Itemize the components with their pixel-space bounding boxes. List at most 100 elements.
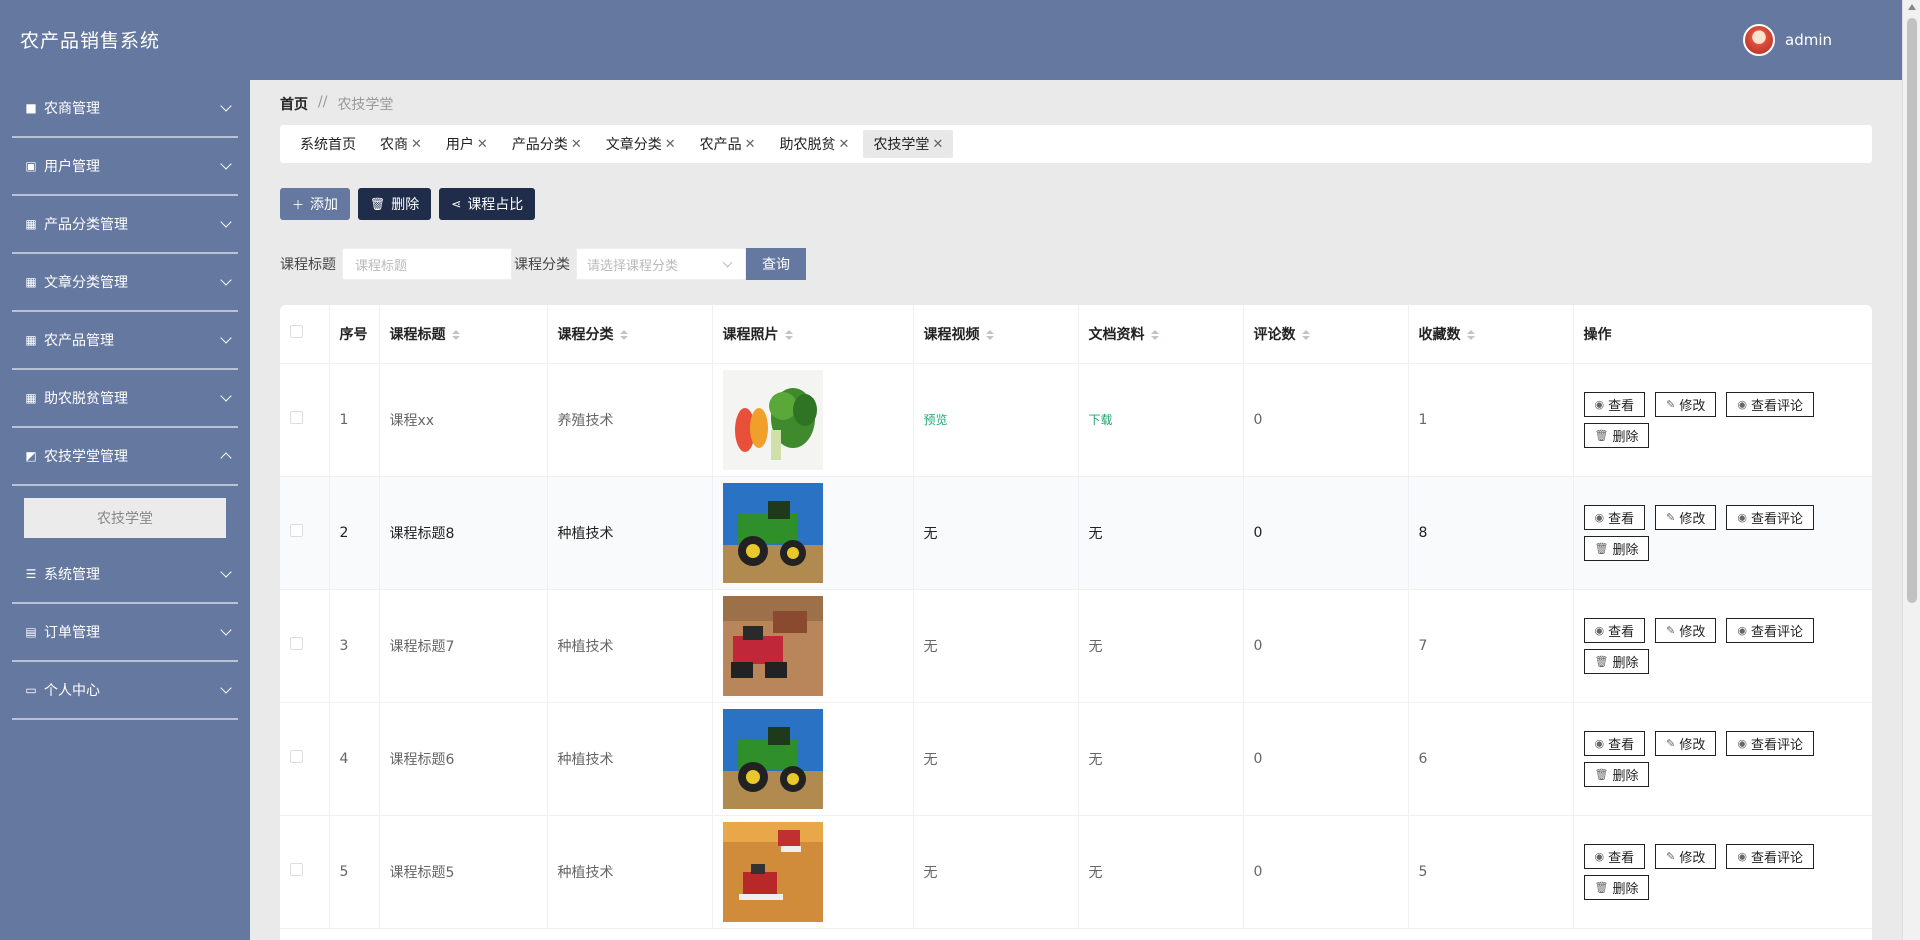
row-checkbox[interactable]	[280, 476, 330, 590]
view-button[interactable]: ◉ 查看	[1583, 730, 1646, 756]
table-row[interactable]: 1 课程xx 养殖技术 预览 下载 0 1 ◉ 查看 ✎ 修改 ◉ 查看评论 🗑 删除	[280, 363, 1872, 477]
col-header-video[interactable]: 课程视频	[913, 305, 1079, 364]
close-icon[interactable]: ✕	[571, 137, 582, 152]
sidebar-item-product-category[interactable]: ▦ 产品分类管理	[12, 196, 238, 254]
course-category-select[interactable]: 请选择课程分类	[576, 248, 746, 280]
edit-button-label: 修改	[1679, 737, 1706, 753]
sidebar-item-product[interactable]: ▦ 农产品管理	[12, 312, 238, 370]
sidebar-item-profile[interactable]: ▭ 个人中心	[12, 662, 238, 720]
user-menu[interactable]: admin	[1743, 24, 1832, 56]
row-checkbox[interactable]	[280, 363, 330, 477]
table-row[interactable]: 2 课程标题8 种植技术 无 无 0 8 ◉ 查看 ✎ 修改 ◉ 查看评论 🗑 删除	[280, 476, 1872, 590]
grid-icon: ▦	[25, 333, 37, 347]
close-icon[interactable]: ✕	[665, 137, 676, 152]
sidebar-item-orders[interactable]: ▤ 订单管理	[12, 604, 238, 662]
close-icon[interactable]: ✕	[839, 137, 850, 152]
delete-row-button[interactable]: 🗑 删除	[1583, 874, 1650, 900]
eye-icon: ◉	[1594, 623, 1605, 637]
chevron-down-icon	[220, 216, 232, 228]
view-button[interactable]: ◉ 查看	[1583, 843, 1646, 869]
download-link[interactable]: 下载	[1089, 413, 1113, 427]
delete-row-button[interactable]: 🗑 删除	[1583, 535, 1650, 561]
col-header-doc[interactable]: 文档资料	[1078, 305, 1244, 364]
tab-poverty-aid[interactable]: 助农脱贫 ✕	[770, 130, 860, 158]
sort-icon[interactable]	[985, 329, 994, 340]
delete-row-button[interactable]: 🗑 删除	[1583, 761, 1650, 787]
scrollbar-thumb[interactable]	[1907, 18, 1917, 603]
avatar[interactable]	[1743, 24, 1775, 56]
delete-button-label: 删除	[391, 197, 420, 213]
row-checkbox[interactable]	[280, 815, 330, 929]
sidebar-item-article-category[interactable]: ▦ 文章分类管理	[12, 254, 238, 312]
edit-button[interactable]: ✎ 修改	[1655, 730, 1717, 756]
tab-product-category[interactable]: 产品分类 ✕	[502, 130, 592, 158]
col-header-photo[interactable]: 课程照片	[712, 305, 914, 364]
delete-row-button[interactable]: 🗑 删除	[1583, 422, 1650, 448]
sidebar-item-farmer[interactable]: ■ 农商管理	[12, 80, 238, 138]
course-ratio-button[interactable]: ⋖ 课程占比	[439, 188, 536, 220]
col-header-category[interactable]: 课程分类	[547, 305, 713, 364]
query-button[interactable]: 查询	[746, 248, 806, 280]
sidebar-item-label: 农技学堂管理	[44, 449, 128, 465]
edit-button[interactable]: ✎ 修改	[1655, 617, 1717, 643]
tab-farmer[interactable]: 农商 ✕	[370, 130, 432, 158]
add-button[interactable]: ＋ 添加	[280, 188, 351, 220]
cell-photo	[712, 589, 914, 703]
sort-icon[interactable]	[619, 329, 628, 340]
cell-favorites: 5	[1408, 815, 1574, 929]
close-icon[interactable]: ✕	[477, 137, 488, 152]
tab-product[interactable]: 农产品 ✕	[690, 130, 766, 158]
tab-home[interactable]: 系统首页	[290, 130, 366, 158]
chevron-down-icon	[220, 332, 232, 344]
edit-button[interactable]: ✎ 修改	[1655, 504, 1717, 530]
sort-icon[interactable]	[784, 329, 793, 340]
view-comments-button[interactable]: ◉ 查看评论	[1726, 730, 1814, 756]
table-row[interactable]: 3 课程标题7 种植技术 无 无 0 7 ◉ 查看 ✎ 修改 ◉ 查看评论 🗑 删除	[280, 589, 1872, 703]
row-checkbox[interactable]	[280, 589, 330, 703]
view-button[interactable]: ◉ 查看	[1583, 391, 1646, 417]
tab-user[interactable]: 用户 ✕	[436, 130, 498, 158]
view-comments-button[interactable]: ◉ 查看评论	[1726, 617, 1814, 643]
sort-icon[interactable]	[1466, 329, 1475, 340]
username[interactable]: admin	[1785, 31, 1832, 49]
table-row[interactable]: 4 课程标题6 种植技术 无 无 0 6 ◉ 查看 ✎ 修改 ◉ 查看评论 🗑 删除	[280, 702, 1872, 816]
tab-agri-school[interactable]: 农技学堂 ✕	[863, 130, 954, 158]
sidebar-item-poverty-aid[interactable]: ▦ 助农脱贫管理	[12, 370, 238, 428]
submenu-item-agri-school[interactable]: 农技学堂	[24, 498, 226, 538]
view-comments-button[interactable]: ◉ 查看评论	[1726, 391, 1814, 417]
delete-row-button[interactable]: 🗑 删除	[1583, 648, 1650, 674]
view-comments-button[interactable]: ◉ 查看评论	[1726, 843, 1814, 869]
select-all-checkbox[interactable]	[280, 305, 330, 364]
chart-icon: ◩	[25, 449, 37, 463]
tab-article-category[interactable]: 文章分类 ✕	[596, 130, 686, 158]
sidebar-item-system[interactable]: ☰ 系统管理	[12, 546, 238, 604]
briefcase-icon: ■	[25, 101, 37, 115]
view-button[interactable]: ◉ 查看	[1583, 617, 1646, 643]
row-checkbox[interactable]	[280, 702, 330, 816]
sidebar-item-agri-school[interactable]: ◩ 农技学堂管理	[12, 428, 238, 486]
page-scrollbar[interactable]	[1902, 0, 1920, 940]
breadcrumb-home[interactable]: 首页	[280, 94, 308, 114]
view-comments-button[interactable]: ◉ 查看评论	[1726, 504, 1814, 530]
course-title-input[interactable]: 课程标题	[342, 248, 512, 280]
cell-doc[interactable]: 下载	[1078, 363, 1244, 477]
sidebar-item-user[interactable]: ▣ 用户管理	[12, 138, 238, 196]
sort-icon[interactable]	[1301, 329, 1310, 340]
col-header-favorites[interactable]: 收藏数	[1408, 305, 1574, 364]
cell-video[interactable]: 预览	[913, 363, 1079, 477]
close-icon[interactable]: ✕	[745, 137, 756, 152]
sort-icon[interactable]	[1150, 329, 1159, 340]
col-header-comments[interactable]: 评论数	[1243, 305, 1409, 364]
delete-button[interactable]: 🗑 删除	[358, 188, 432, 220]
scroll-up-arrow-icon[interactable]	[1908, 4, 1916, 10]
preview-link[interactable]: 预览	[924, 413, 948, 427]
edit-button[interactable]: ✎ 修改	[1655, 843, 1717, 869]
close-icon[interactable]: ✕	[411, 137, 422, 152]
edit-button[interactable]: ✎ 修改	[1655, 391, 1717, 417]
close-icon[interactable]: ✕	[932, 137, 943, 152]
col-header-title[interactable]: 课程标题	[379, 305, 548, 364]
view-button[interactable]: ◉ 查看	[1583, 504, 1646, 530]
table-header-row: 序号 课程标题 课程分类 课程照片 课程视频 文档资料 评论数 收藏数 操作	[280, 305, 1872, 364]
table-row[interactable]: 5 课程标题5 种植技术 无 无 0 5 ◉ 查看 ✎ 修改 ◉ 查看评论 🗑 删除	[280, 815, 1872, 929]
sort-icon[interactable]	[451, 329, 460, 340]
